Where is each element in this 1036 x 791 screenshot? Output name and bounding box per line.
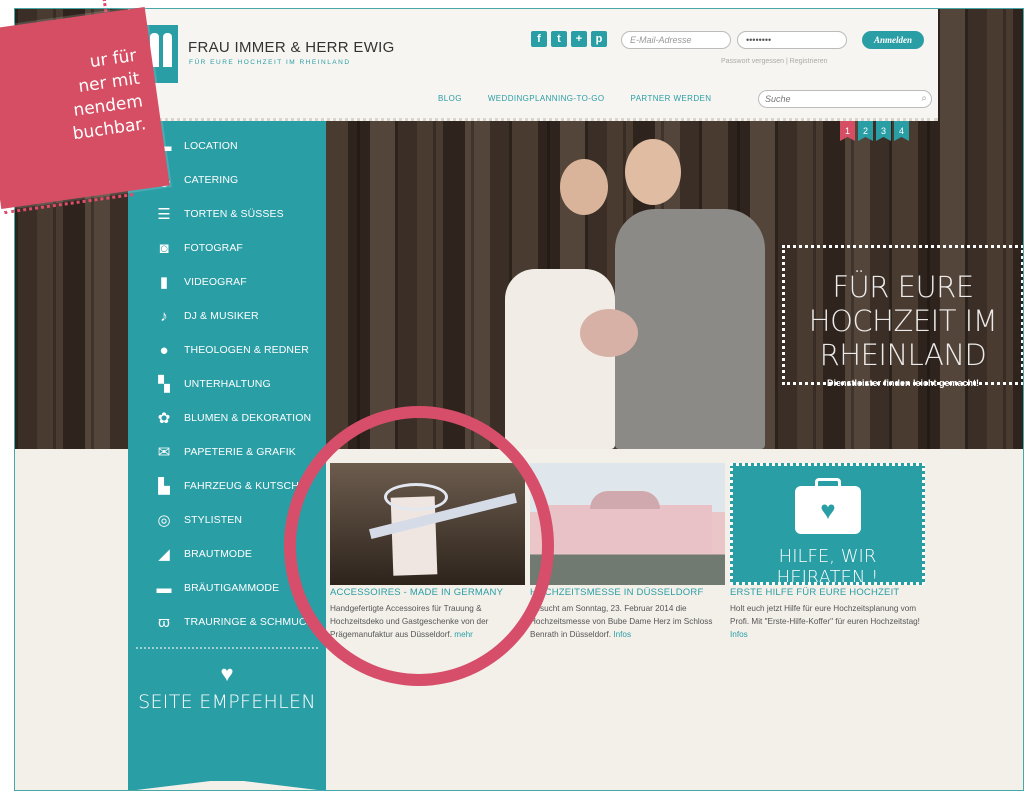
first-aid-heart-icon: ♥ [795, 486, 861, 534]
bride-head [560, 159, 608, 215]
sidebar-item-torten[interactable]: ☰ TORTEN & SÜSSES [128, 197, 326, 231]
login-button[interactable]: Anmelden [862, 31, 924, 49]
sidebar-item-papeterie[interactable]: ✉ PAPETERIE & GRAFIK [128, 435, 326, 469]
social-links: f t + p [531, 31, 607, 47]
hero-heading: FÜR EURE HOCHZEIT IM RHEINLAND [808, 270, 998, 372]
entertainment-icon: ▚ [158, 376, 170, 393]
nav-blog[interactable]: BLOG [438, 94, 462, 103]
speech-icon: ● [159, 341, 169, 359]
teaser-text: Besucht am Sonntag, 23. Februar 2014 die… [530, 604, 713, 639]
annotation-note: ur für ner mit nendem buchbar. [0, 7, 170, 209]
search-input[interactable] [765, 94, 915, 104]
envelope-icon: ✉ [157, 444, 171, 461]
sidebar-item-label: BRÄUTIGAMMODE [184, 582, 280, 594]
teaser-image-text: HILFE, WIR HEIRATEN ! [776, 546, 879, 585]
account-links-separator: | [785, 58, 788, 65]
teaser-text: Holt euch jetzt Hilfe für eure Hochzeits… [730, 604, 920, 639]
sidebar-item-fotograf[interactable]: ◙ FOTOGRAF [128, 231, 326, 265]
pager-2[interactable]: 2 [858, 121, 873, 141]
bouquet [580, 309, 638, 357]
flower-icon: ✿ [157, 410, 171, 427]
search-icon[interactable]: ⌕ [921, 93, 927, 104]
heel-icon: ◢ [158, 546, 170, 563]
guitar-icon: ♪ [160, 307, 168, 325]
sidebar-item-theologen[interactable]: ● THEOLOGEN & REDNER [128, 333, 326, 367]
pager-1[interactable]: 1 [840, 121, 855, 141]
sidebar-item-label: UNTERHALTUNG [184, 378, 271, 390]
site-header: FRAU IMMER & HERR EWIG FÜR EURE HOCHZEIT… [128, 9, 938, 121]
slider-pager: 1 2 3 4 [840, 121, 909, 141]
cake-icon: ☰ [157, 206, 171, 223]
sidebar-item-label: THEOLOGEN & REDNER [184, 344, 309, 356]
sidebar-item-label: FAHRZEUG & KUTSCHE [184, 480, 306, 492]
email-field[interactable]: E-Mail-Adresse [621, 31, 731, 49]
teaser-more-link[interactable]: Infos [613, 630, 631, 639]
bride-dress [505, 269, 615, 449]
sidebar-item-dj[interactable]: ♪ DJ & MUSIKER [128, 299, 326, 333]
groom-head [625, 139, 681, 205]
sidebar-item-blumen[interactable]: ✿ BLUMEN & DEKORATION [128, 401, 326, 435]
teaser-more-link[interactable]: Infos [730, 630, 748, 639]
hero-caption: FÜR EURE HOCHZEIT IM RHEINLAND Dienstlei… [782, 245, 1023, 388]
teaser-image-first-aid[interactable]: ♥ HILFE, WIR HEIRATEN ! [730, 463, 925, 585]
sidebar-item-label: BLUMEN & DEKORATION [184, 412, 312, 424]
teaser-hochzeitsmesse[interactable]: HOCHZEITSMESSE IN DÜSSELDORF Besucht am … [530, 463, 725, 641]
teaser-title[interactable]: HOCHZEITSMESSE IN DÜSSELDORF [530, 587, 725, 598]
pager-4[interactable]: 4 [894, 121, 909, 141]
site-title[interactable]: FRAU IMMER & HERR EWIG [188, 39, 395, 56]
rings-icon: ϖ [158, 613, 170, 631]
search-box: ⌕ [758, 90, 932, 108]
sidebar-item-label: DJ & MUSIKER [184, 310, 259, 322]
sidebar-item-label: PAPETERIE & GRAFIK [184, 446, 296, 458]
sidebar-item-videograf[interactable]: ▮ VIDEOGRAF [128, 265, 326, 299]
car-icon: ▙ [158, 478, 170, 495]
password-field[interactable]: •••••••• [737, 31, 847, 49]
heart-icon[interactable]: ♥ [128, 661, 326, 687]
teaser-title[interactable]: ERSTE HILFE FÜR EURE HOCHZEIT [730, 587, 925, 598]
main-nav: BLOG WEDDINGPLANNING-TO-GO PARTNER WERDE… [438, 94, 711, 103]
teaser-erste-hilfe[interactable]: ♥ HILFE, WIR HEIRATEN ! ERSTE HILFE FÜR … [730, 463, 925, 641]
sidebar-item-label: FOTOGRAF [184, 242, 243, 254]
pager-3[interactable]: 3 [876, 121, 891, 141]
googleplus-icon[interactable]: + [571, 31, 587, 47]
sidebar-item-label: VIDEOGRAF [184, 276, 247, 288]
site-subtitle: FÜR EURE HOCHZEIT IM RHEINLAND [189, 59, 351, 66]
sidebar-item-label: CATERING [184, 174, 239, 186]
sidebar-item-label: BRAUTMODE [184, 548, 252, 560]
sidebar-divider [136, 647, 318, 649]
page-frame: FÜR EURE HOCHZEIT IM RHEINLAND Dienstlei… [14, 8, 1024, 791]
pinterest-icon[interactable]: p [591, 31, 607, 47]
sidebar-item-label: LOCATION [184, 140, 238, 152]
camera-icon: ◙ [159, 239, 169, 257]
video-icon: ▮ [159, 274, 169, 291]
nav-partner[interactable]: PARTNER WERDEN [631, 94, 712, 103]
category-sidebar: ▬LOCATION ◡CATERING ☰TORTEN & SÜSSES ◙FO… [128, 121, 326, 781]
nav-weddingplanning[interactable]: WEDDINGPLANNING-TO-GO [488, 94, 605, 103]
sidebar-item-unterhaltung[interactable]: ▚ UNTERHALTUNG [128, 367, 326, 401]
twitter-icon[interactable]: t [551, 31, 567, 47]
register-link[interactable]: Registrieren [790, 58, 828, 65]
hero-tagline: Dienstleister finden leicht gemacht! [826, 378, 980, 388]
sidebar-item-label: TRAURINGE & SCHMUCK [184, 616, 314, 628]
recommend-button[interactable]: SEITE EMPFEHLEN [128, 691, 326, 713]
lips-icon: ◎ [157, 512, 171, 529]
highlight-circle [284, 406, 554, 686]
sidebar-item-trauringe[interactable]: ϖ TRAURINGE & SCHMUCK [128, 605, 326, 639]
forgot-password-link[interactable]: Passwort vergessen [721, 58, 784, 65]
teaser-image-palace[interactable] [530, 463, 725, 585]
account-links: Passwort vergessen | Registrieren [721, 58, 828, 65]
hero-image [485, 119, 795, 449]
facebook-icon[interactable]: f [531, 31, 547, 47]
sidebar-item-label: TORTEN & SÜSSES [184, 208, 284, 220]
shoe-icon: ▬ [156, 579, 172, 597]
sidebar-item-label: STYLISTEN [184, 514, 243, 526]
